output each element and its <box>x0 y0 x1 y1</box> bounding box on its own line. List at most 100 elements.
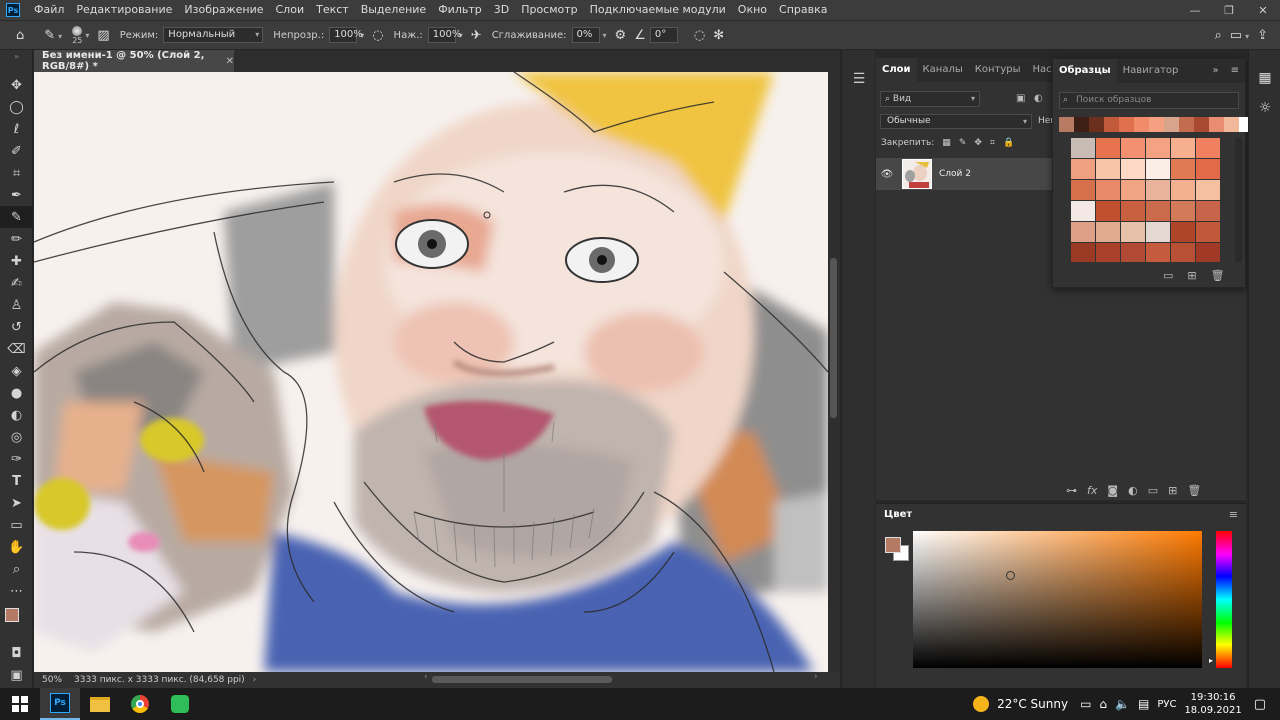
new-folder-icon[interactable]: ▭ <box>1163 269 1173 282</box>
hue-slider-handle[interactable]: ▸ <box>1209 656 1213 665</box>
recent-swatch[interactable] <box>1104 117 1119 132</box>
eye-icon[interactable]: 👁 <box>876 169 898 180</box>
brush-size-picker[interactable]: 25 <box>72 25 82 45</box>
swatch[interactable] <box>1121 243 1145 262</box>
panel-menu-icon[interactable]: ≡ <box>1229 508 1238 521</box>
zoom-level[interactable]: 50% <box>34 675 70 685</box>
blur-tool-icon[interactable]: ● <box>0 382 33 404</box>
opacity-field[interactable]: 100% <box>329 27 363 43</box>
swatch[interactable] <box>1071 201 1095 221</box>
lasso-tool-icon[interactable]: ℓ <box>0 118 33 140</box>
menu-select[interactable]: Выделение <box>355 0 433 20</box>
hue-slider[interactable] <box>1216 531 1232 668</box>
brush-tool-icon[interactable]: ✎ <box>0 206 33 228</box>
recent-swatch[interactable] <box>1089 117 1104 132</box>
green-app-icon[interactable] <box>160 688 200 720</box>
menu-file[interactable]: Файл <box>28 0 70 20</box>
smoothing-field[interactable]: 0% <box>571 27 600 43</box>
recent-swatch[interactable] <box>1134 117 1149 132</box>
swatch[interactable] <box>1196 138 1220 158</box>
restore-icon[interactable]: ❐ <box>1212 4 1246 17</box>
zoom-tool-icon[interactable]: ⌕ <box>0 558 33 580</box>
menu-edit[interactable]: Редактирование <box>70 0 178 20</box>
tab-paths[interactable]: Контуры <box>969 58 1027 82</box>
filter-adjust-icon[interactable]: ◐ <box>1034 93 1043 104</box>
swatch[interactable] <box>1196 243 1220 262</box>
vertical-scrollbar[interactable] <box>828 72 840 672</box>
pen-tool-icon[interactable]: ✑ <box>0 448 33 470</box>
toolbar-collapse-icon[interactable]: » <box>0 50 33 62</box>
recent-swatch[interactable] <box>1059 117 1074 132</box>
swatch[interactable] <box>1071 222 1095 242</box>
swatch[interactable] <box>1071 159 1095 179</box>
airbrush-icon[interactable]: ✈ <box>471 28 482 43</box>
chrome-icon[interactable] <box>120 688 160 720</box>
new-group-icon[interactable]: ▭ <box>1148 484 1158 497</box>
layer-name[interactable]: Слой 2 <box>939 169 971 179</box>
swatch[interactable] <box>1096 243 1120 262</box>
layer-filter-select[interactable]: ⌕ Вид ▾ <box>880 91 980 107</box>
link-icon[interactable]: ⊶ <box>1066 484 1077 497</box>
swatch[interactable] <box>1071 138 1095 158</box>
document-tab[interactable]: Без имени-1 @ 50% (Слой 2, RGB/8#) * ✕ <box>34 50 234 72</box>
fx-icon[interactable]: fx <box>1087 484 1097 497</box>
foreground-color[interactable] <box>5 608 19 622</box>
lock-artboard-icon[interactable]: ⌗ <box>990 138 995 148</box>
swatch[interactable] <box>1196 222 1220 242</box>
bucket-tool-icon[interactable]: ◈ <box>0 360 33 382</box>
swatch[interactable] <box>1121 159 1145 179</box>
more-tools-icon[interactable]: ⋯ <box>0 580 33 602</box>
layer-row[interactable]: 👁 Слой 2 <box>876 158 1054 190</box>
close-tab-icon[interactable]: ✕ <box>226 56 234 67</box>
swatch[interactable] <box>1096 159 1120 179</box>
clock[interactable]: 19:30:16 18.09.2021 <box>1184 691 1241 717</box>
weather-text[interactable]: 22°C Sunny <box>997 697 1068 711</box>
healing-tool-icon[interactable]: ✚ <box>0 250 33 272</box>
type-tool-icon[interactable]: T <box>0 470 33 492</box>
crop-tool-icon[interactable]: ⌗ <box>0 162 33 184</box>
mask-icon[interactable]: ◙ <box>1107 484 1118 497</box>
rectangle-tool-icon[interactable]: ▭ <box>0 514 33 536</box>
delete-layer-icon[interactable]: 🗑 <box>1187 484 1201 497</box>
filter-image-icon[interactable]: ▣ <box>1016 93 1025 104</box>
swatch[interactable] <box>1196 201 1220 221</box>
swatch[interactable] <box>1121 222 1145 242</box>
windows-start-icon[interactable] <box>0 688 40 720</box>
swatch[interactable] <box>1171 180 1195 200</box>
adjustment-layer-icon[interactable]: ◐ <box>1128 484 1138 497</box>
lock-all-icon[interactable]: 🔒 <box>1003 138 1014 148</box>
share-icon[interactable]: ⇪ <box>1257 28 1268 43</box>
sun-weather-icon[interactable] <box>973 696 990 712</box>
recent-swatch[interactable] <box>1074 117 1089 132</box>
history-brush-tool-icon[interactable]: ↺ <box>0 316 33 338</box>
network-icon[interactable]: ⌂ <box>1099 697 1107 711</box>
menu-3d[interactable]: 3D <box>488 0 515 20</box>
menu-layers[interactable]: Слои <box>270 0 311 20</box>
swatch-scrollbar[interactable] <box>1235 138 1242 262</box>
swatch[interactable] <box>1171 243 1195 262</box>
angle-field[interactable]: 0° <box>649 27 678 43</box>
pencil-tool-icon[interactable]: ✏ <box>0 228 33 250</box>
swatch-search-input[interactable]: ⌕ Поиск образцов <box>1059 92 1239 109</box>
swatch[interactable] <box>1146 201 1170 221</box>
layer-thumbnail[interactable] <box>902 159 932 189</box>
move-tool-icon[interactable]: ✥ <box>0 74 33 96</box>
lock-pixels-icon[interactable]: ✎ <box>959 138 967 148</box>
path-select-tool-icon[interactable]: ➤ <box>0 492 33 514</box>
properties-icon[interactable]: ☰ <box>842 64 876 94</box>
tab-layers[interactable]: Слои <box>876 58 917 82</box>
recent-swatch[interactable] <box>1194 117 1209 132</box>
color-swatches[interactable] <box>0 602 33 642</box>
quick-select-tool-icon[interactable]: ✐ <box>0 140 33 162</box>
smoothing-dropdown-icon[interactable]: ▾ <box>603 31 607 40</box>
file-explorer-icon[interactable] <box>80 688 120 720</box>
lock-transparency-icon[interactable]: ▦ <box>942 138 951 148</box>
swatch[interactable] <box>1171 159 1195 179</box>
color-picker-cursor[interactable] <box>1006 571 1015 580</box>
scroll-left-icon[interactable]: ‹ <box>424 672 428 682</box>
lock-position-icon[interactable]: ✥ <box>974 138 982 148</box>
photoshop-logo-icon[interactable]: Ps <box>6 3 20 17</box>
swatch[interactable] <box>1096 222 1120 242</box>
scroll-right-icon[interactable]: › <box>814 672 818 682</box>
menu-image[interactable]: Изображение <box>178 0 269 20</box>
